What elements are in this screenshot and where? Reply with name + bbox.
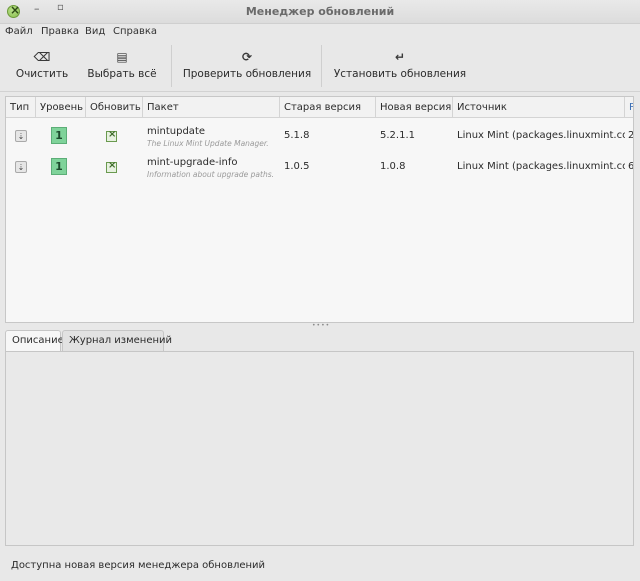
menu-bar: Файл Правка Вид Справка: [0, 24, 640, 42]
extra-value: 6: [628, 161, 634, 172]
backspace-icon: ⌫: [33, 50, 51, 64]
menu-edit[interactable]: Правка: [41, 26, 79, 37]
document-icon: ▤: [116, 50, 128, 64]
update-checkbox[interactable]: [106, 160, 117, 173]
old-version: 1.0.5: [284, 161, 310, 172]
toolbar-separator: [321, 45, 322, 87]
column-header-extra[interactable]: Р: [625, 97, 633, 118]
source: Linux Mint (packages.linuxmint.com): [457, 130, 625, 141]
description-panel: [5, 351, 634, 546]
enter-icon: ↵: [394, 50, 406, 64]
toolbar: ⌫ Очистить ▤ Выбрать всё ⟳ Проверить обн…: [0, 42, 640, 92]
pane-splitter-handle[interactable]: ••••: [312, 323, 329, 329]
status-text: Доступна новая версия менеджера обновлен…: [11, 560, 266, 571]
column-header-update[interactable]: Обновить: [86, 97, 143, 118]
table-header: Тип Уровень Обновить Пакет Старая версия…: [6, 97, 633, 118]
column-header-new-version[interactable]: Новая версия: [376, 97, 453, 118]
menu-file[interactable]: Файл: [5, 26, 33, 37]
package-description: Information about upgrade paths.: [147, 170, 275, 179]
check-updates-button-label: Проверить обновления: [182, 68, 312, 80]
package-update-icon: ⇣: [15, 130, 27, 142]
column-header-level[interactable]: Уровень: [36, 97, 86, 118]
refresh-icon: ⟳: [241, 50, 253, 64]
package-name: mint-upgrade-info: [147, 157, 238, 168]
column-header-source[interactable]: Источник: [453, 97, 625, 118]
source: Linux Mint (packages.linuxmint.com): [457, 161, 625, 172]
select-all-button-label: Выбрать всё: [87, 68, 157, 80]
tab-changelog[interactable]: Журнал изменений: [62, 330, 172, 351]
menu-view[interactable]: Вид: [85, 26, 105, 37]
install-updates-button-label: Установить обновления: [333, 68, 467, 80]
new-version: 1.0.8: [380, 161, 406, 172]
new-version: 5.2.1.1: [380, 130, 415, 141]
table-row[interactable]: ⇣ 1 mint-upgrade-info Information about …: [6, 153, 634, 183]
package-update-icon: ⇣: [15, 161, 27, 173]
window-title: Менеджер обновлений: [245, 5, 395, 18]
table-row[interactable]: ⇣ 1 mintupdate The Linux Mint Update Man…: [6, 122, 634, 152]
check-updates-button[interactable]: ⟳ Проверить обновления: [182, 42, 312, 90]
install-updates-button[interactable]: ↵ Установить обновления: [333, 42, 467, 90]
updates-table: Тип Уровень Обновить Пакет Старая версия…: [5, 96, 634, 323]
clear-button[interactable]: ⌫ Очистить: [8, 42, 76, 90]
level-badge: 1: [51, 158, 67, 175]
tab-description[interactable]: Описание: [5, 330, 64, 351]
column-header-old-version[interactable]: Старая версия: [280, 97, 376, 118]
package-description: The Linux Mint Update Manager.: [147, 139, 269, 148]
level-badge: 1: [51, 127, 67, 144]
extra-value: 2: [628, 130, 634, 141]
package-name: mintupdate: [147, 126, 206, 137]
column-header-type[interactable]: Тип: [6, 97, 36, 118]
select-all-button[interactable]: ▤ Выбрать всё: [84, 42, 160, 90]
toolbar-separator: [171, 45, 172, 87]
menu-help[interactable]: Справка: [113, 26, 157, 37]
old-version: 5.1.8: [284, 130, 310, 141]
clear-button-label: Очистить: [15, 68, 69, 80]
update-checkbox[interactable]: [106, 129, 117, 142]
column-header-package[interactable]: Пакет: [143, 97, 280, 118]
title-bar: Менеджер обновлений: [0, 0, 640, 24]
